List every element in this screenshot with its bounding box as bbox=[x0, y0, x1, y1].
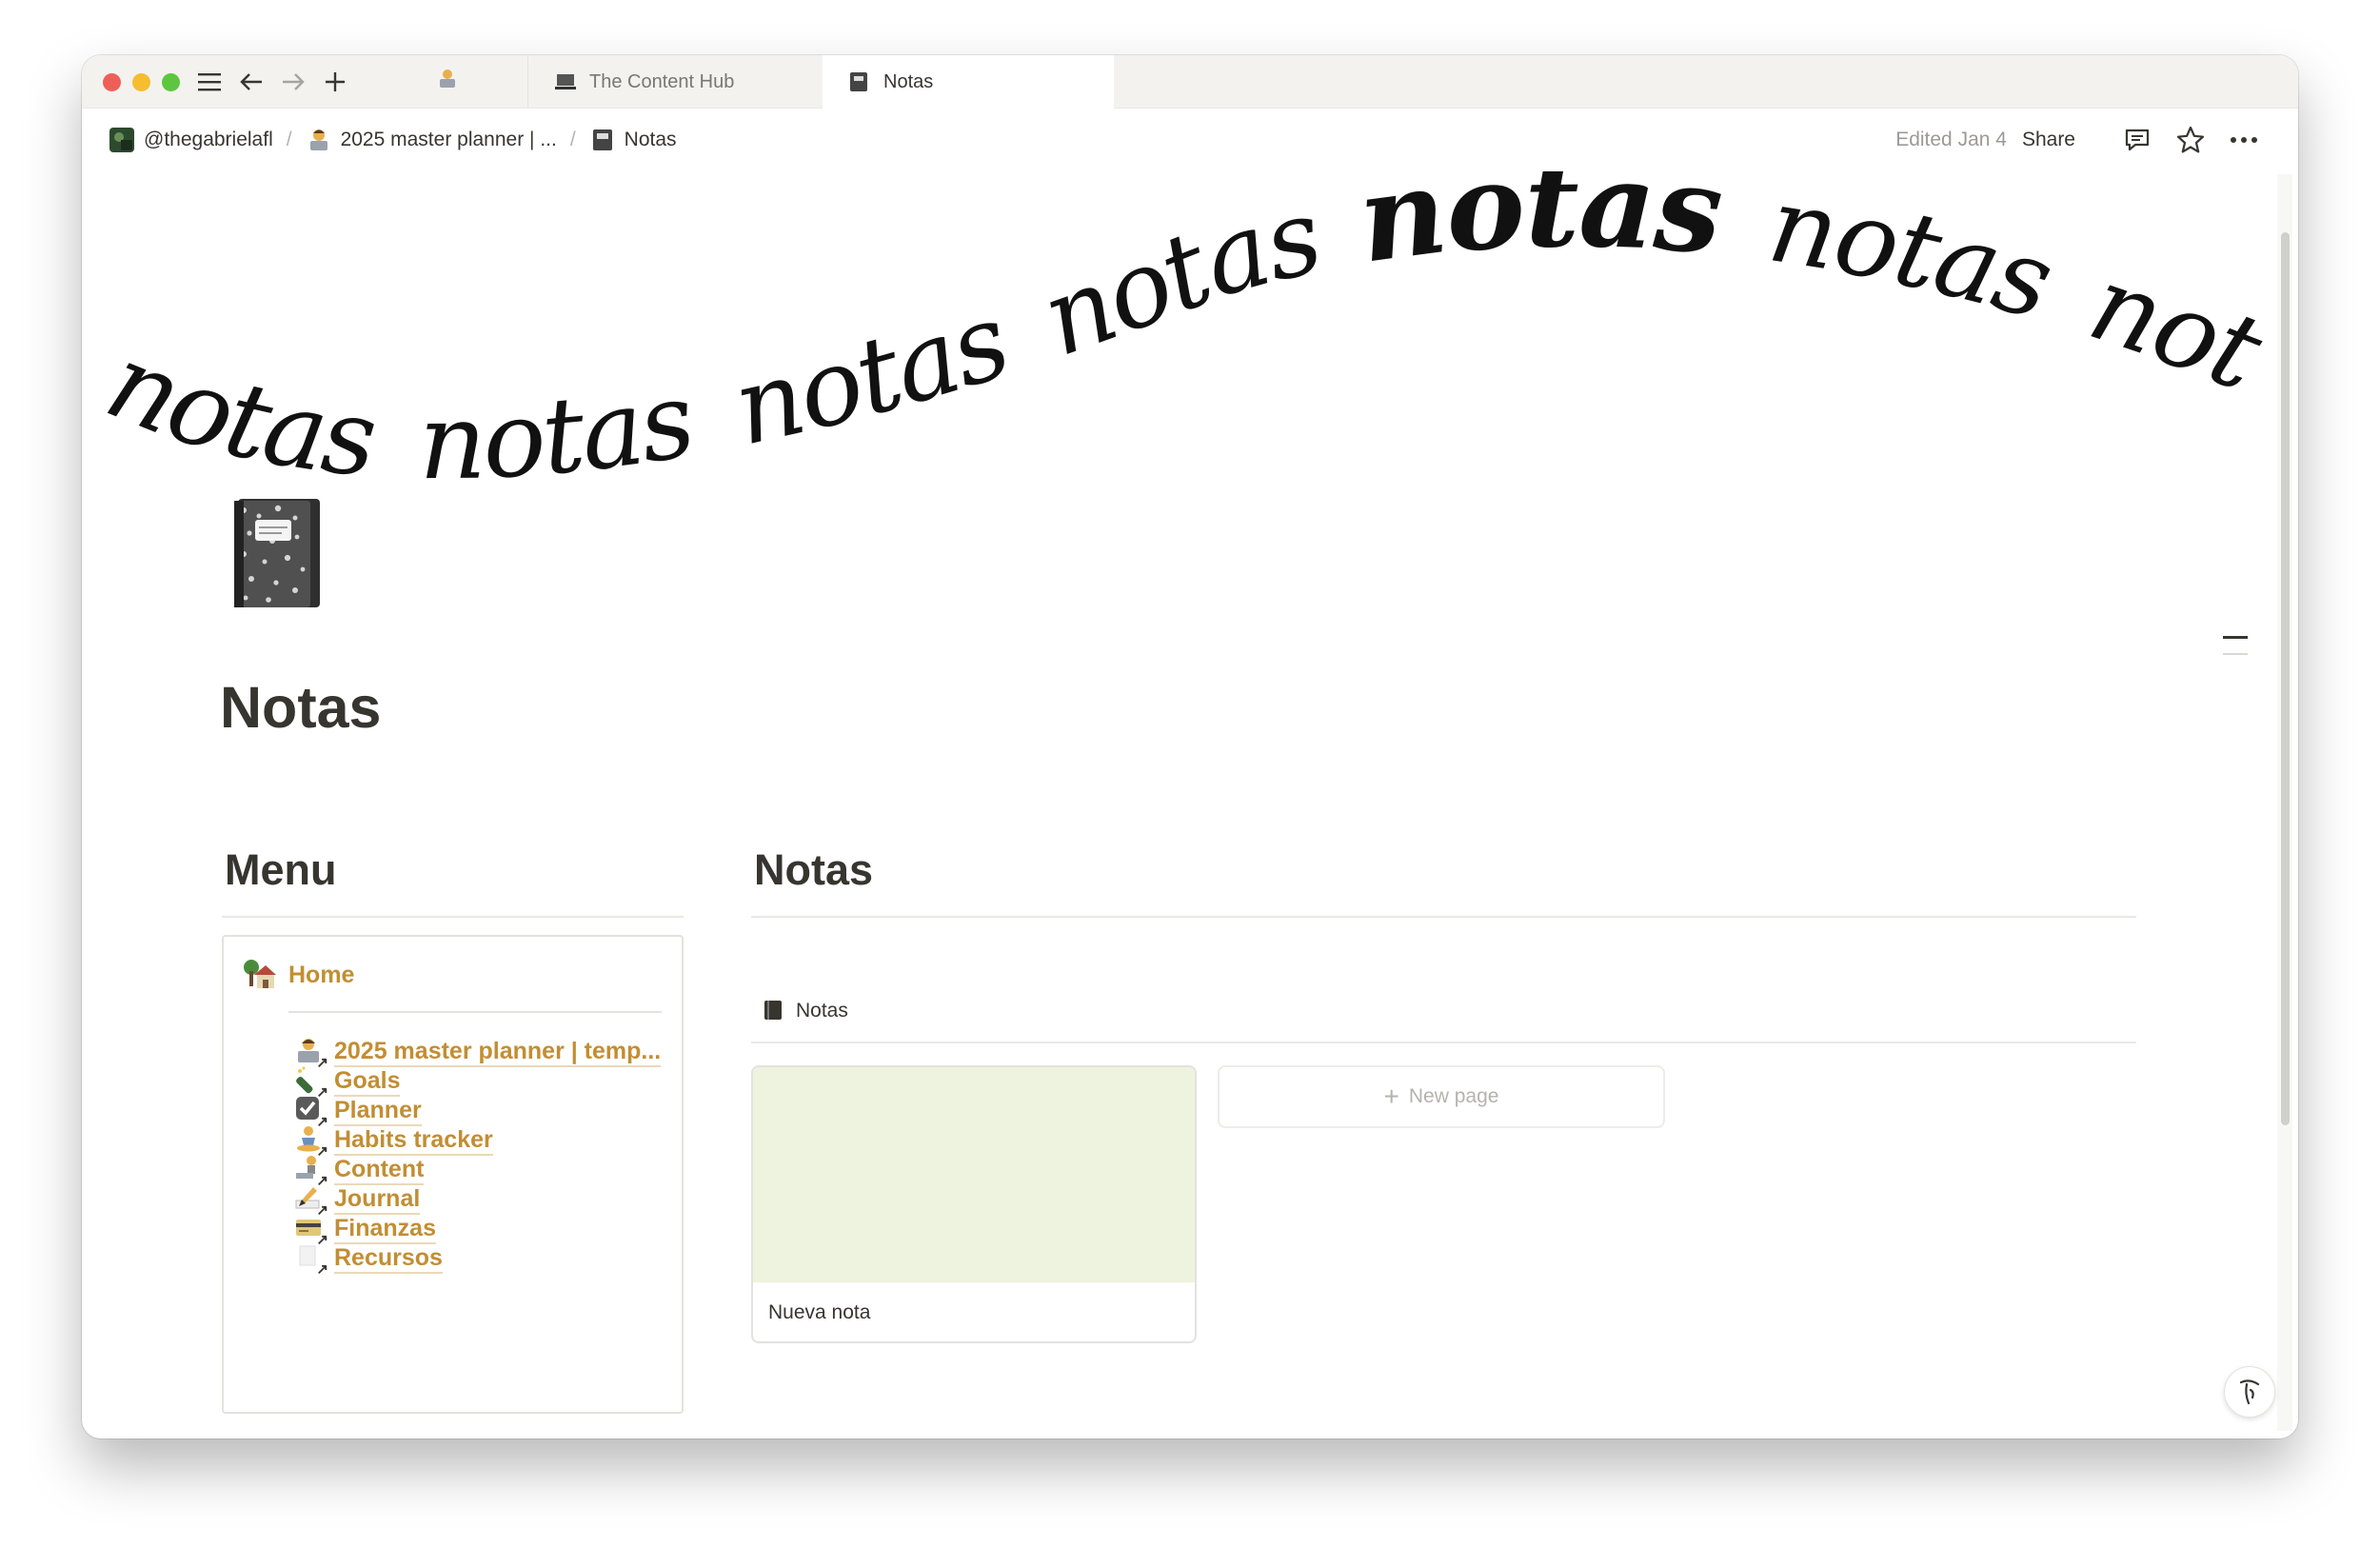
person-meditating-icon: ↗ bbox=[294, 1124, 328, 1159]
database-view-tab[interactable]: Notas bbox=[764, 1000, 848, 1022]
close-window-button[interactable] bbox=[103, 73, 121, 91]
scrollbar-thumb[interactable] bbox=[2281, 232, 2290, 1125]
laptop-icon bbox=[555, 71, 576, 92]
person-laptop-icon bbox=[306, 127, 332, 153]
svg-text:notas notas: notas notas notas notas notas notas nota… bbox=[82, 171, 2271, 503]
writing-hand-icon: ↗ bbox=[294, 1183, 328, 1218]
menu-item-recursos[interactable]: ↗ Recursos bbox=[294, 1241, 443, 1278]
browser-window: The Content Hub Notas @thegabrielafl / 2 bbox=[82, 55, 2298, 1439]
comment-icon[interactable] bbox=[2121, 124, 2153, 156]
top-bar: @thegabrielafl / 2025 master planner | .… bbox=[82, 109, 2298, 171]
notas-divider bbox=[751, 916, 2136, 918]
workspace-avatar-icon bbox=[109, 127, 135, 153]
menu-item-label: Goals bbox=[334, 1066, 401, 1097]
view-tab-divider bbox=[751, 1042, 2136, 1043]
topbar-actions: Edited Jan 4 Share bbox=[1895, 109, 2260, 171]
cover-word: notas bbox=[82, 171, 114, 196]
checkbox-icon: ↗ bbox=[294, 1095, 328, 1129]
menu-item-label: Habits tracker bbox=[334, 1125, 493, 1156]
cover-word: notas bbox=[1761, 171, 2064, 343]
sidebar-menu-icon[interactable] bbox=[194, 67, 225, 97]
composition-notebook-icon[interactable] bbox=[230, 495, 326, 611]
link-arrow-icon: ↗ bbox=[316, 1261, 328, 1278]
menu-divider bbox=[222, 916, 684, 918]
person-laptop-icon: ↗ bbox=[294, 1154, 328, 1188]
page-outline-icon[interactable] bbox=[2223, 630, 2248, 659]
menu-item-label: Finanzas bbox=[334, 1214, 436, 1244]
more-options-icon[interactable] bbox=[2228, 124, 2260, 156]
breadcrumb-current[interactable]: Notas bbox=[589, 127, 677, 153]
forward-arrow-icon[interactable] bbox=[278, 67, 308, 97]
champagne-icon: ↗ bbox=[294, 1065, 328, 1100]
gallery-card[interactable]: Nueva nota bbox=[751, 1065, 1197, 1343]
back-arrow-icon[interactable] bbox=[236, 67, 267, 97]
menu-heading: Menu bbox=[225, 845, 337, 894]
person-laptop-icon: ↗ bbox=[294, 1036, 328, 1070]
notion-ai-face-icon bbox=[2239, 1379, 2260, 1405]
notebook-icon bbox=[589, 127, 616, 153]
page-title[interactable]: Notas bbox=[220, 674, 381, 741]
cover-wavy-text: notas notas notas notas notas notas nota… bbox=[82, 74, 2281, 503]
share-button[interactable]: Share bbox=[2022, 129, 2075, 151]
new-page-button[interactable]: + New page bbox=[1218, 1065, 1665, 1128]
breadcrumb: @thegabrielafl / 2025 master planner | .… bbox=[109, 109, 677, 171]
notas-heading: Notas bbox=[754, 845, 874, 894]
minimize-window-button[interactable] bbox=[132, 73, 150, 91]
document-icon: ↗ bbox=[294, 1242, 328, 1278]
page-cover[interactable]: notas notas notas notas notas notas nota… bbox=[82, 74, 2281, 581]
plus-icon: + bbox=[1383, 1082, 1399, 1111]
maximize-window-button[interactable] bbox=[162, 73, 180, 91]
breadcrumb-workspace[interactable]: @thegabrielafl bbox=[109, 127, 273, 153]
home-link[interactable]: Home bbox=[243, 958, 354, 992]
tab-bar: The Content Hub Notas bbox=[82, 55, 2298, 109]
menu-callout: Home ↗ 2025 master planner | temp... ↗ G… bbox=[222, 935, 684, 1414]
card-cover bbox=[753, 1067, 1195, 1282]
house-with-garden-icon bbox=[243, 958, 277, 992]
notebook-icon bbox=[849, 71, 870, 92]
ai-assistant-button[interactable] bbox=[2224, 1366, 2275, 1418]
cover-word: notas bbox=[1027, 175, 1330, 380]
notebook-icon bbox=[764, 1000, 784, 1022]
tab-pinned[interactable] bbox=[367, 55, 527, 109]
card-title: Nueva nota bbox=[768, 1301, 871, 1323]
tab-content-hub[interactable]: The Content Hub bbox=[527, 55, 823, 109]
home-label: Home bbox=[288, 961, 355, 988]
tab-notas[interactable]: Notas bbox=[823, 55, 1114, 109]
cover-word-bold: notas bbox=[1351, 171, 1726, 290]
menu-item-label: Journal bbox=[334, 1184, 421, 1215]
cover-word: notas bbox=[419, 358, 702, 503]
menu-item-label: Planner bbox=[334, 1096, 422, 1126]
breadcrumb-parent[interactable]: 2025 master planner | ... bbox=[306, 127, 557, 153]
menu-item-label: Content bbox=[334, 1155, 425, 1185]
new-tab-plus-icon[interactable] bbox=[320, 67, 350, 97]
new-page-label: New page bbox=[1408, 1085, 1499, 1107]
favorite-star-icon[interactable] bbox=[2174, 124, 2207, 156]
view-tab-label: Notas bbox=[796, 1000, 848, 1022]
home-divider bbox=[288, 1011, 662, 1013]
credit-card-icon: ↗ bbox=[294, 1213, 328, 1247]
cover-word: notas bbox=[724, 280, 1021, 469]
edited-timestamp: Edited Jan 4 bbox=[1895, 129, 2007, 150]
person-laptop-icon bbox=[436, 68, 459, 96]
menu-item-label: 2025 master planner | temp... bbox=[334, 1037, 662, 1067]
cover-word: notas bbox=[91, 320, 380, 500]
menu-item-label: Recursos bbox=[334, 1243, 443, 1274]
